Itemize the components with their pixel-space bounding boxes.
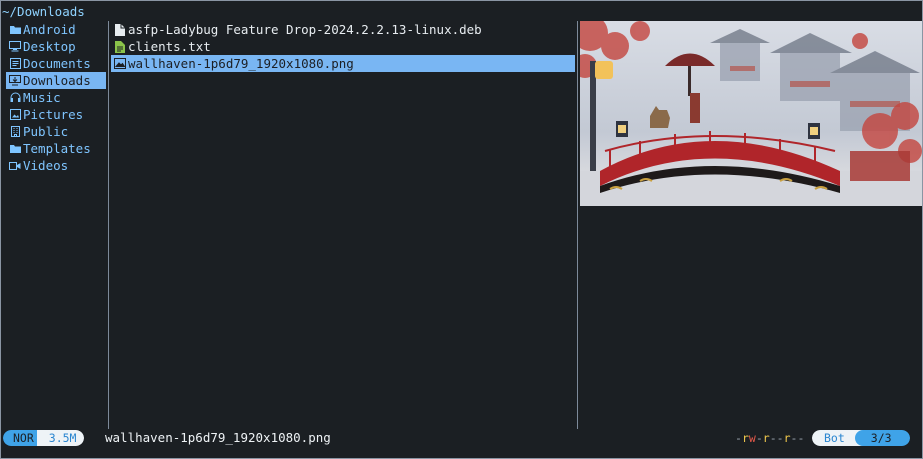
- permission-char: -: [776, 431, 784, 445]
- parent-item-label: Pictures: [23, 107, 84, 122]
- folder-icon: [8, 25, 22, 35]
- mode-indicator: NOR 3.5M: [3, 430, 85, 446]
- parent-item-templates[interactable]: Templates: [6, 140, 106, 157]
- permission-char: -: [797, 431, 805, 445]
- file-item-txt[interactable]: clients.txt: [111, 38, 575, 55]
- permission-char: r: [783, 431, 791, 445]
- parent-directory-list: Android Desktop Documents Downloads Musi…: [6, 21, 106, 174]
- current-path: ~/Downloads: [2, 4, 85, 19]
- parent-item-label: Desktop: [23, 39, 76, 54]
- position-indicator: Bot 3/3: [812, 430, 910, 446]
- parent-item-label: Music: [23, 90, 61, 105]
- item-count: 3/3: [854, 430, 910, 446]
- permission-char: -: [735, 431, 742, 445]
- permission-char: r: [741, 431, 749, 445]
- parent-item-label: Documents: [23, 56, 91, 71]
- permission-char: -: [755, 431, 763, 445]
- file-item-label: wallhaven-1p6d79_1920x1080.png: [128, 56, 354, 71]
- headphones-icon: [8, 92, 22, 103]
- folder-icon: [8, 144, 22, 154]
- file-item-label: asfp-Ladybug Feature Drop-2024.2.2.13-li…: [128, 22, 482, 37]
- parent-item-music[interactable]: Music: [6, 89, 106, 106]
- parent-item-label: Public: [23, 124, 69, 139]
- file-item-deb[interactable]: asfp-Ladybug Feature Drop-2024.2.2.13-li…: [111, 21, 575, 38]
- wallpaper-preview-image: [580, 21, 922, 206]
- picture-icon: [8, 109, 22, 120]
- status-bar: NOR 3.5M wallhaven-1p6d79_1920x1080.png …: [0, 429, 923, 447]
- image-preview: [580, 21, 922, 206]
- parent-item-public[interactable]: Public: [6, 123, 106, 140]
- file-size: 3.5M: [36, 430, 85, 446]
- permission-char: -: [769, 431, 777, 445]
- parent-item-label: Videos: [23, 158, 69, 173]
- current-directory-list: asfp-Ladybug Feature Drop-2024.2.2.13-li…: [111, 21, 575, 72]
- file-permissions: -rw-r--r--: [735, 430, 804, 446]
- parent-item-downloads[interactable]: Downloads: [6, 72, 106, 89]
- parent-item-label: Downloads: [23, 73, 91, 88]
- parent-item-videos[interactable]: Videos: [6, 157, 106, 174]
- parent-item-android[interactable]: Android: [6, 21, 106, 38]
- parent-item-pictures[interactable]: Pictures: [6, 106, 106, 123]
- package-file-icon: [113, 23, 127, 36]
- status-filename: wallhaven-1p6d79_1920x1080.png: [105, 430, 331, 445]
- parent-item-documents[interactable]: Documents: [6, 55, 106, 72]
- parent-item-desktop[interactable]: Desktop: [6, 38, 106, 55]
- parent-item-label: Android: [23, 22, 76, 37]
- video-icon: [8, 161, 22, 171]
- file-item-label: clients.txt: [128, 39, 211, 54]
- permission-char: r: [762, 431, 770, 445]
- text-file-icon: [113, 40, 127, 53]
- document-icon: [8, 58, 22, 69]
- permission-char: w: [748, 431, 756, 445]
- file-item-png[interactable]: wallhaven-1p6d79_1920x1080.png: [111, 55, 575, 72]
- download-icon: [8, 75, 22, 86]
- building-icon: [8, 126, 22, 137]
- monitor-icon: [8, 41, 22, 52]
- column-divider: [108, 21, 109, 429]
- column-divider: [577, 21, 578, 429]
- image-file-icon: [113, 58, 127, 69]
- parent-item-label: Templates: [23, 141, 91, 156]
